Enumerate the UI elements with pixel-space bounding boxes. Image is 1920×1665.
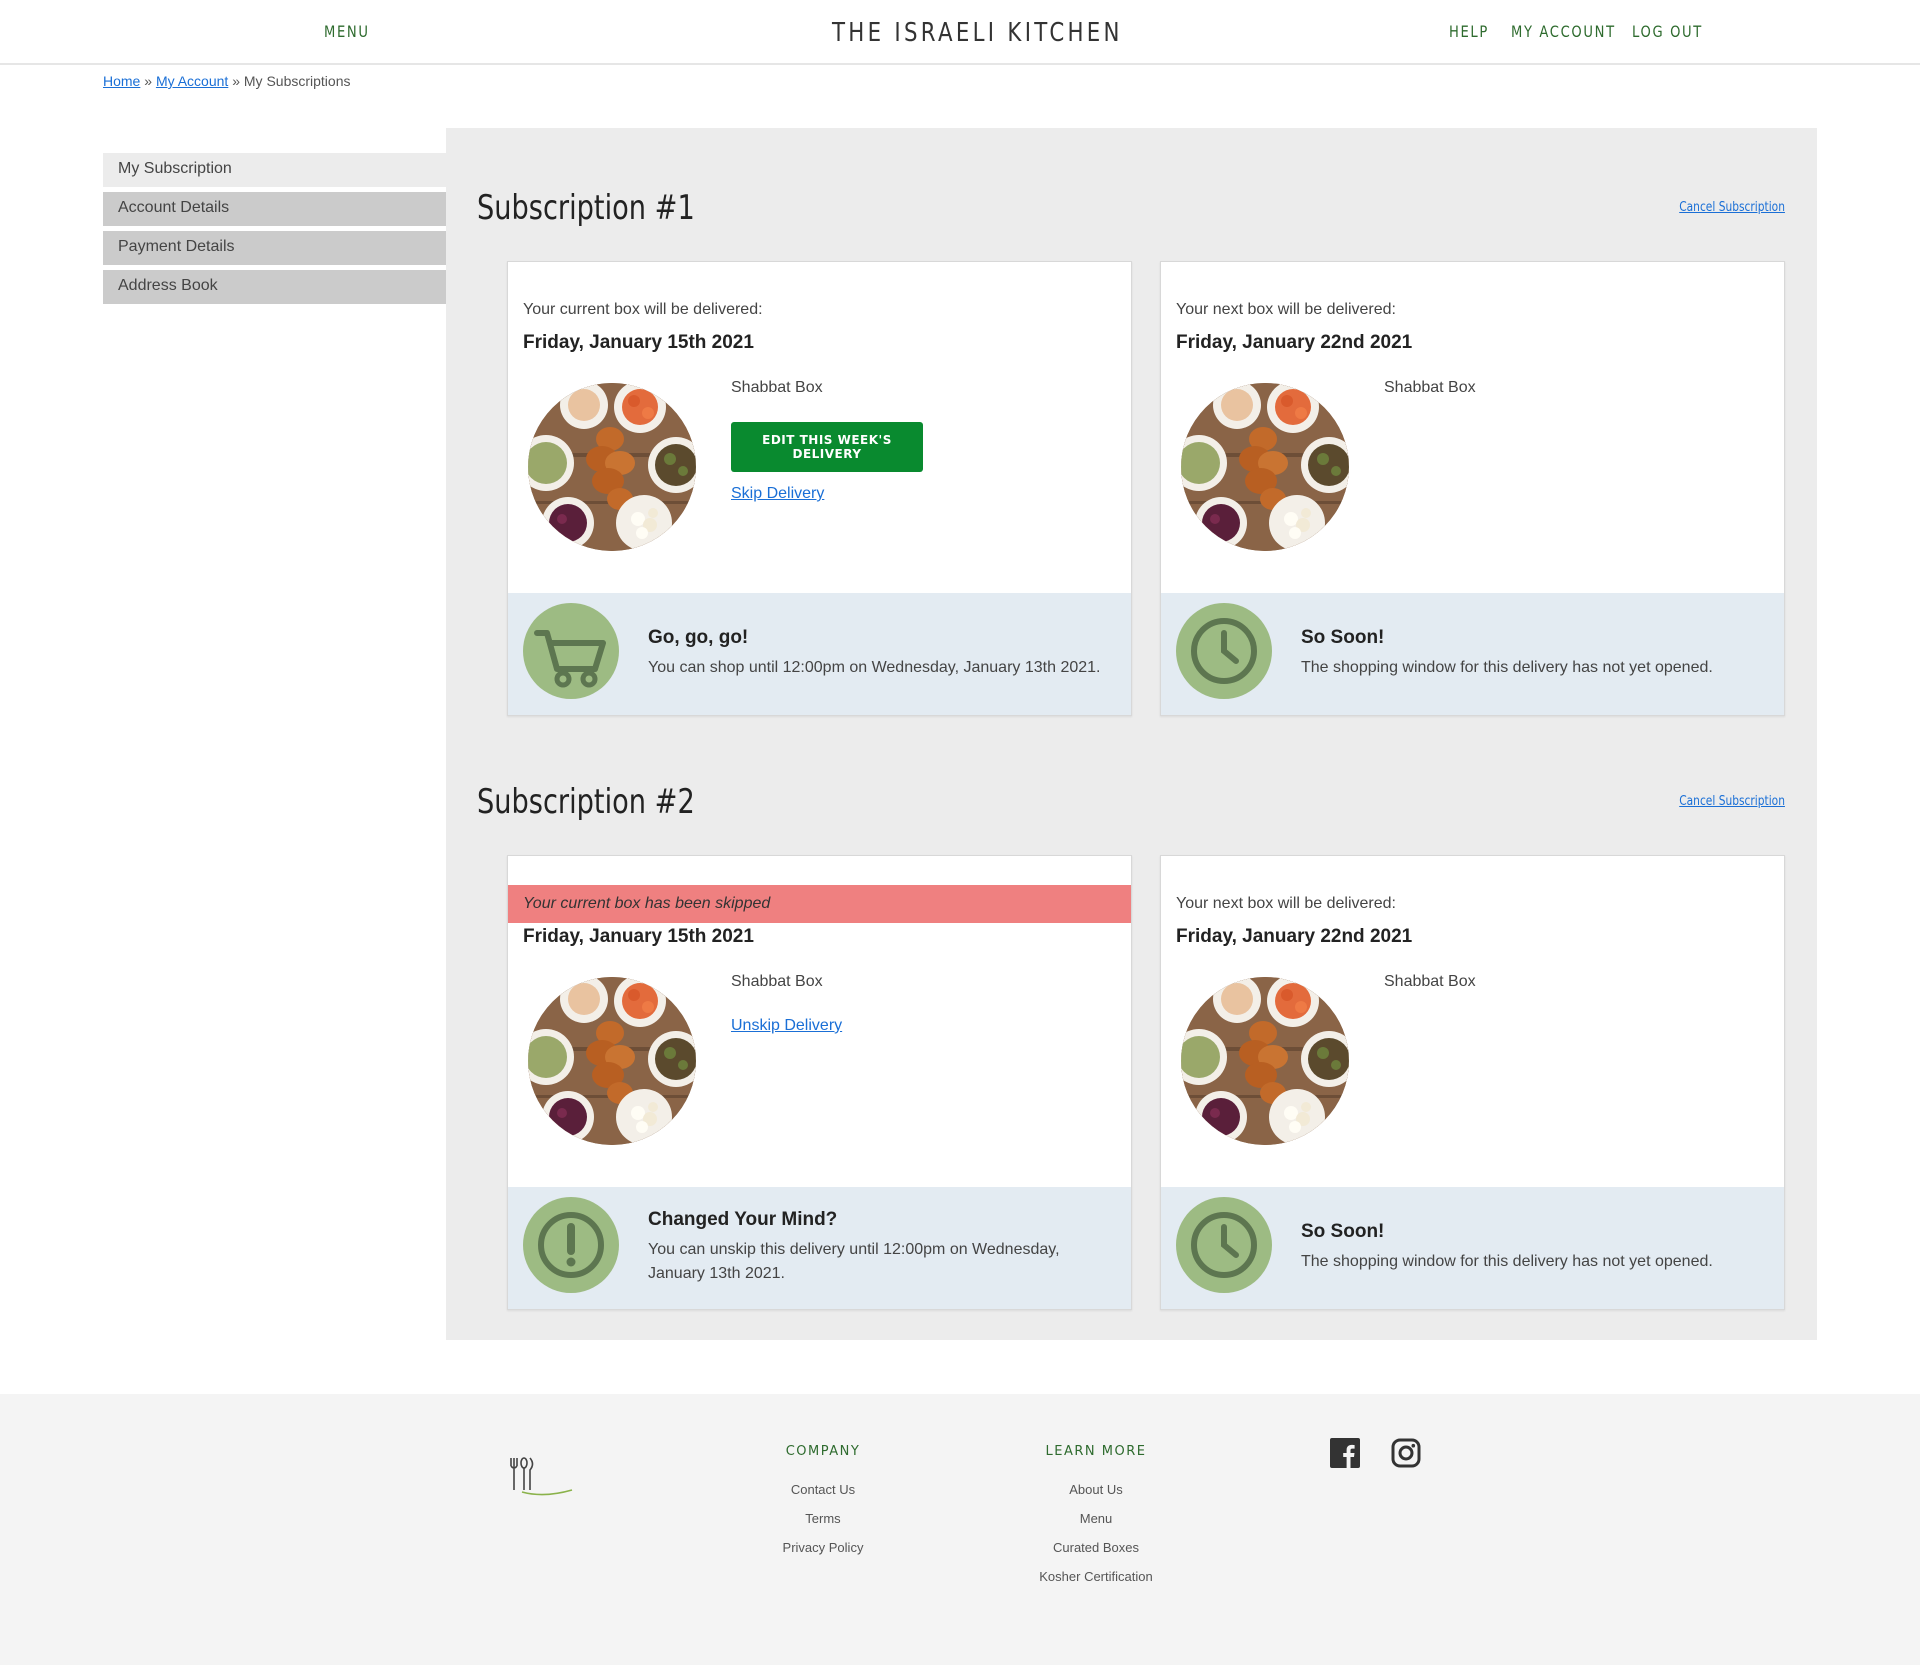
box-name: Shabbat Box <box>731 379 823 396</box>
exclamation-icon <box>523 1197 619 1293</box>
delivery-label: Your next box will be delivered: <box>1176 895 1396 912</box>
delivery-date: Friday, January 22nd 2021 <box>1176 332 1413 353</box>
skip-delivery-link[interactable]: Skip Delivery <box>731 485 824 503</box>
footer-learn-more-title: LEARN MORE <box>1045 1444 1147 1459</box>
next-delivery-card: Your next box will be delivered: Friday,… <box>1160 261 1785 716</box>
sidebar-item-payment-details[interactable]: Payment Details <box>103 231 446 265</box>
footer-logo[interactable] <box>508 1454 580 1498</box>
breadcrumb-current: My Subscriptions <box>243 73 351 89</box>
edit-delivery-button[interactable]: EDIT THIS WEEK'S DELIVERY <box>731 422 923 472</box>
footer-link-curated-boxes[interactable]: Curated Boxes <box>1011 1540 1181 1555</box>
box-name: Shabbat Box <box>731 973 823 990</box>
instagram-icon[interactable] <box>1391 1438 1421 1468</box>
nav-log-out-link[interactable]: LOG OUT <box>1632 22 1703 41</box>
clock-icon <box>1176 603 1272 699</box>
status-title: So Soon! <box>1301 627 1385 648</box>
sidebar-item-my-subscription[interactable]: My Subscription <box>103 153 446 187</box>
unskip-delivery-link[interactable]: Unskip Delivery <box>731 1017 842 1035</box>
skipped-banner: Your current box has been skipped <box>508 885 1131 923</box>
delivery-date: Friday, January 15th 2021 <box>523 926 754 947</box>
current-delivery-card: Your current box will be delivered: Frid… <box>507 261 1132 716</box>
subscription-title: Subscription #2 <box>477 782 695 822</box>
clock-icon <box>1176 1197 1272 1293</box>
footer-link-contact[interactable]: Contact Us <box>743 1482 903 1497</box>
status-band: So Soon! The shopping window for this de… <box>1161 1187 1784 1309</box>
box-image <box>528 383 696 551</box>
breadcrumb-account-link[interactable]: My Account <box>156 73 228 89</box>
delivery-label: Your next box will be delivered: <box>1176 301 1396 318</box>
cancel-subscription-link[interactable]: Cancel Subscription <box>1679 200 1785 215</box>
current-delivery-card: Your current box has been skipped Friday… <box>507 855 1132 1310</box>
brand-title[interactable]: THE ISRAELI KITCHEN <box>832 18 1123 48</box>
breadcrumb-home-link[interactable]: Home <box>103 73 140 89</box>
status-band: Changed Your Mind? You can unskip this d… <box>508 1187 1131 1309</box>
sidebar-item-address-book[interactable]: Address Book <box>103 270 446 304</box>
footer-company-title: COMPANY <box>785 1444 861 1459</box>
subscriptions-panel: Subscription #1 Cancel Subscription Your… <box>446 128 1817 1340</box>
account-sidebar: My Subscription Account Details Payment … <box>103 153 446 309</box>
facebook-icon[interactable] <box>1330 1438 1360 1468</box>
status-band: Go, go, go! You can shop until 12:00pm o… <box>508 593 1131 715</box>
status-text: You can unskip this delivery until 12:00… <box>648 1241 1060 1282</box>
status-text: The shopping window for this delivery ha… <box>1301 659 1713 676</box>
footer-link-menu[interactable]: Menu <box>1011 1511 1181 1526</box>
status-band: So Soon! The shopping window for this de… <box>1161 593 1784 715</box>
box-image <box>1181 977 1349 1145</box>
status-text: The shopping window for this delivery ha… <box>1301 1253 1713 1270</box>
footer-link-kosher[interactable]: Kosher Certification <box>1011 1569 1181 1584</box>
box-name: Shabbat Box <box>1384 973 1476 990</box>
footer-link-about[interactable]: About Us <box>1011 1482 1181 1497</box>
footer-link-privacy[interactable]: Privacy Policy <box>743 1540 903 1555</box>
site-footer: COMPANY Contact Us Terms Privacy Policy … <box>0 1394 1920 1665</box>
box-image <box>528 977 696 1145</box>
footer-link-terms[interactable]: Terms <box>743 1511 903 1526</box>
next-delivery-card: Your next box will be delivered: Friday,… <box>1160 855 1785 1310</box>
cart-icon <box>523 603 619 699</box>
delivery-date: Friday, January 15th 2021 <box>523 332 754 353</box>
status-title: Changed Your Mind? <box>648 1209 838 1230</box>
nav-my-account-link[interactable]: MY ACCOUNT <box>1511 22 1616 41</box>
breadcrumb-separator: » <box>144 73 153 89</box>
breadcrumb: Home » My Account » My Subscriptions <box>103 73 350 89</box>
sidebar-item-account-details[interactable]: Account Details <box>103 192 446 226</box>
cancel-subscription-link[interactable]: Cancel Subscription <box>1679 794 1785 809</box>
status-title: Go, go, go! <box>648 627 749 648</box>
box-image <box>1181 383 1349 551</box>
breadcrumb-separator: » <box>232 73 240 89</box>
box-name: Shabbat Box <box>1384 379 1476 396</box>
subscription-title: Subscription #1 <box>477 188 695 228</box>
nav-help-link[interactable]: HELP <box>1449 22 1489 41</box>
status-text: You can shop until 12:00pm on Wednesday,… <box>648 659 1101 676</box>
nav-menu-link[interactable]: MENU <box>324 22 370 41</box>
status-title: So Soon! <box>1301 1221 1385 1242</box>
delivery-label: Your current box will be delivered: <box>523 301 763 318</box>
site-header: MENU THE ISRAELI KITCHEN HELP MY ACCOUNT… <box>0 0 1920 65</box>
delivery-date: Friday, January 22nd 2021 <box>1176 926 1413 947</box>
